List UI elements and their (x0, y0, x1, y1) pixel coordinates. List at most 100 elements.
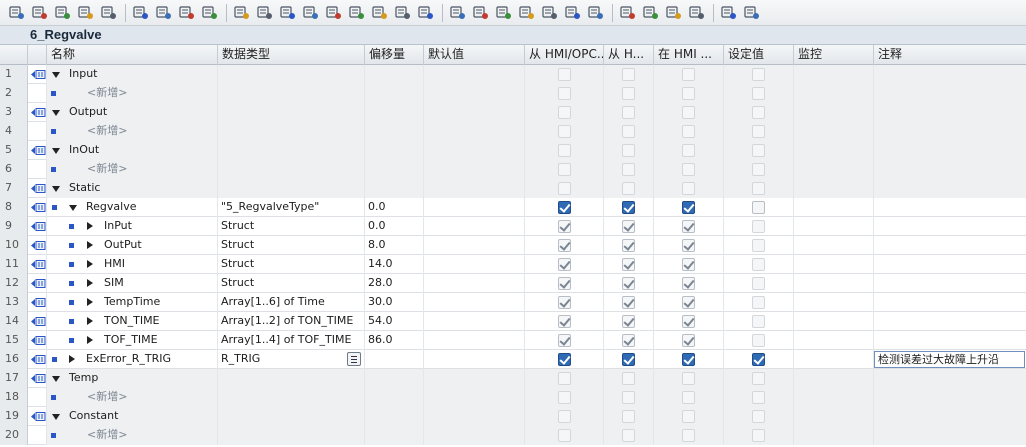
visible-in-hmi-checkbox[interactable] (682, 296, 695, 309)
visible-in-hmi-checkbox[interactable] (682, 277, 695, 290)
setpoint-checkbox[interactable] (752, 334, 765, 347)
setpoint-checkbox[interactable] (752, 163, 765, 176)
visible-in-hmi-checkbox[interactable] (682, 239, 695, 252)
expand-arrow-icon[interactable] (87, 222, 93, 230)
comment-cell[interactable] (874, 274, 1026, 293)
table-row[interactable]: 14 TON_TIME Array[1..2] of TON_TIME 54.0 (0, 312, 1026, 331)
accessible-from-hmi-checkbox[interactable] (558, 68, 571, 81)
datatype-cell[interactable]: Array[1..6] of Time (218, 293, 365, 312)
comment-cell[interactable] (874, 331, 1026, 350)
accessible-from-hmi-checkbox[interactable] (558, 201, 571, 214)
accessible-from-hmi-checkbox[interactable] (558, 296, 571, 309)
datatype-cell[interactable]: Struct (218, 236, 365, 255)
comment-cell[interactable] (874, 236, 1026, 255)
add-row-below-icon[interactable] (75, 3, 97, 23)
name-cell[interactable]: ExError_R_TRIG (47, 350, 218, 369)
name-cell[interactable]: Static (47, 179, 218, 198)
name-cell[interactable]: Input (47, 65, 218, 84)
visible-in-hmi-checkbox[interactable] (682, 410, 695, 423)
expand-arrow-icon[interactable] (87, 260, 93, 268)
accessible-from-hmi-checkbox[interactable] (558, 334, 571, 347)
visible-in-hmi-checkbox[interactable] (682, 429, 695, 442)
visible-in-hmi-checkbox[interactable] (682, 182, 695, 195)
datatype-cell[interactable]: Struct (218, 274, 365, 293)
comment-cell[interactable] (874, 103, 1026, 122)
default-value-cell[interactable] (424, 179, 525, 198)
writable-from-hmi-checkbox[interactable] (622, 372, 635, 385)
writable-from-hmi-checkbox[interactable] (622, 201, 635, 214)
name-cell[interactable]: InPut (47, 217, 218, 236)
table-row[interactable]: 7 Static (0, 179, 1026, 198)
writable-from-hmi-checkbox[interactable] (622, 296, 635, 309)
table-row[interactable]: 10 OutPut Struct 8.0 (0, 236, 1026, 255)
collapse-arrow-icon[interactable] (52, 72, 60, 78)
datatype-cell[interactable] (218, 407, 365, 426)
visible-in-hmi-checkbox[interactable] (682, 353, 695, 366)
accessible-from-hmi-checkbox[interactable] (558, 106, 571, 119)
writable-from-hmi-checkbox[interactable] (622, 163, 635, 176)
table-row[interactable]: 1 Input (0, 65, 1026, 84)
name-cell[interactable]: <新增> (47, 388, 218, 407)
name-cell[interactable]: Temp (47, 369, 218, 388)
writable-from-hmi-checkbox[interactable] (622, 182, 635, 195)
default-value-cell[interactable] (424, 293, 525, 312)
table-row[interactable]: 3 Output (0, 103, 1026, 122)
visible-in-hmi-checkbox[interactable] (682, 125, 695, 138)
comment-cell[interactable] (874, 84, 1026, 103)
visible-in-hmi-checkbox[interactable] (682, 201, 695, 214)
compare-icon[interactable] (346, 3, 368, 23)
setpoint-checkbox[interactable] (752, 182, 765, 195)
snapshot-icon[interactable] (277, 3, 299, 23)
collapse-all-icon[interactable] (153, 3, 175, 23)
name-cell[interactable]: OutPut (47, 236, 218, 255)
writable-from-hmi-checkbox[interactable] (622, 315, 635, 328)
setpoint-checkbox[interactable] (752, 391, 765, 404)
grid-icon[interactable] (539, 3, 561, 23)
table-row[interactable]: 18 <新增> (0, 388, 1026, 407)
comment-cell[interactable] (874, 198, 1026, 217)
filter-icon[interactable] (415, 3, 437, 23)
header-comment[interactable]: 注释 (874, 45, 1026, 65)
comment-cell[interactable] (874, 160, 1026, 179)
default-value-cell[interactable] (424, 255, 525, 274)
setpoint-checkbox[interactable] (752, 106, 765, 119)
setpoint-checkbox[interactable] (752, 372, 765, 385)
accessible-from-hmi-checkbox[interactable] (558, 182, 571, 195)
datatype-cell[interactable]: Array[1..4] of TOF_TIME (218, 331, 365, 350)
default-value-cell[interactable] (424, 84, 525, 103)
visible-in-hmi-checkbox[interactable] (682, 87, 695, 100)
accessible-from-hmi-checkbox[interactable] (558, 315, 571, 328)
name-cell[interactable]: <新增> (47, 84, 218, 103)
branch-icon[interactable] (585, 3, 607, 23)
visible-in-hmi-checkbox[interactable] (682, 391, 695, 404)
upload-icon[interactable] (254, 3, 276, 23)
visible-in-hmi-checkbox[interactable] (682, 220, 695, 233)
writable-from-hmi-checkbox[interactable] (622, 353, 635, 366)
table-row[interactable]: 16 ExError_R_TRIG R_TRIG 检测误差过大故障上升沿 (0, 350, 1026, 369)
header-default[interactable]: 默认值 (424, 45, 525, 65)
comment-cell[interactable] (874, 426, 1026, 445)
writable-from-hmi-checkbox[interactable] (622, 106, 635, 119)
accessible-from-hmi-checkbox[interactable] (558, 87, 571, 100)
name-cell[interactable]: <新增> (47, 426, 218, 445)
comment-cell[interactable] (874, 388, 1026, 407)
writable-from-hmi-checkbox[interactable] (622, 68, 635, 81)
default-value-cell[interactable] (424, 160, 525, 179)
default-value-cell[interactable] (424, 312, 525, 331)
name-cell[interactable]: Constant (47, 407, 218, 426)
table-row[interactable]: 5 InOut (0, 141, 1026, 160)
expand-arrow-icon[interactable] (87, 317, 93, 325)
table-row[interactable]: 19 Constant (0, 407, 1026, 426)
setpoint-checkbox[interactable] (752, 410, 765, 423)
datatype-cell[interactable] (218, 65, 365, 84)
datatype-picker-button[interactable] (347, 352, 361, 366)
table-row[interactable]: 11 HMI Struct 14.0 (0, 255, 1026, 274)
expand-all-icon[interactable] (130, 3, 152, 23)
setpoint-checkbox[interactable] (752, 68, 765, 81)
outdent-icon[interactable] (493, 3, 515, 23)
setpoint-checkbox[interactable] (752, 201, 765, 214)
visible-in-hmi-checkbox[interactable] (682, 106, 695, 119)
datatype-cell[interactable] (218, 122, 365, 141)
collapse-arrow-icon[interactable] (52, 186, 60, 192)
collapse-arrow-icon[interactable] (52, 110, 60, 116)
